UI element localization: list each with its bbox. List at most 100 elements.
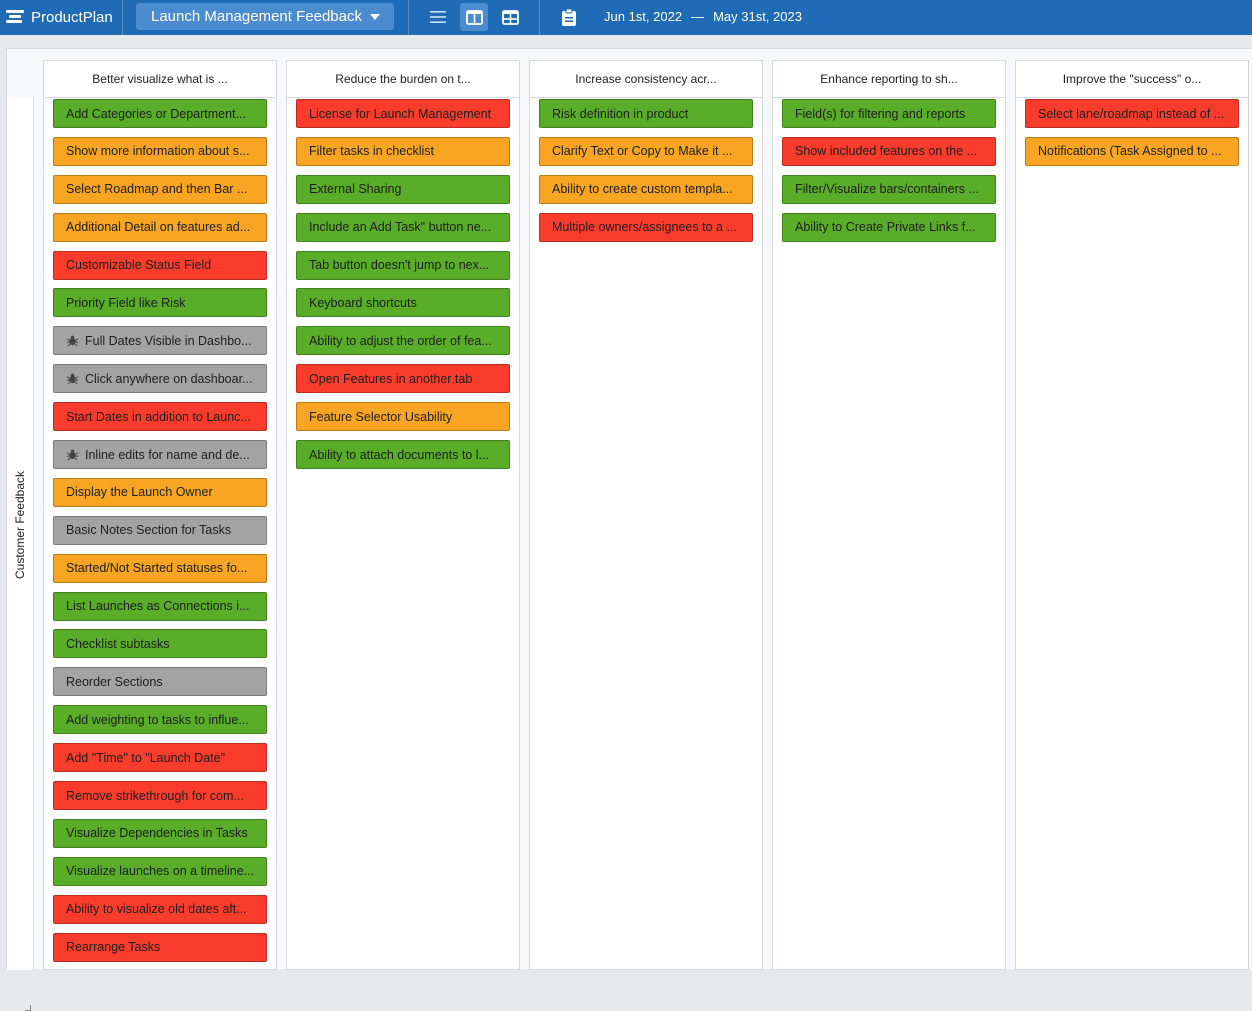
date-separator: —	[691, 9, 705, 24]
clipboard-icon[interactable]	[561, 8, 577, 27]
card-label: License for Launch Management	[309, 106, 492, 121]
feature-card[interactable]: Show more information about s...	[53, 136, 267, 166]
feature-card[interactable]: Show included features on the ...	[782, 136, 996, 166]
app-name: ProductPlan	[31, 8, 113, 26]
feature-card[interactable]: Started/Not Started statuses fo...	[53, 553, 267, 583]
dropdown-caret-icon	[370, 14, 380, 20]
card-label: Add weighting to tasks to influe...	[66, 712, 249, 727]
table-view-button[interactable]	[496, 3, 524, 31]
feature-card[interactable]: Keyboard shortcuts	[296, 288, 510, 318]
feature-card[interactable]: Feature Selector Usability	[296, 402, 510, 432]
feature-card[interactable]: Reorder Sections	[53, 667, 267, 697]
card-label: Customizable Status Field	[66, 258, 212, 273]
feature-card[interactable]: Ability to create custom templa...	[539, 174, 753, 204]
card-label: Rearrange Tasks	[66, 940, 161, 955]
card-label: Select lane/roadmap instead of ...	[1038, 106, 1225, 121]
card-list: Select lane/roadmap instead of ... Notifi…	[1025, 99, 1239, 175]
card-label: Show included features on the ...	[795, 144, 978, 159]
board-column: Improve the "success" o... Select lane/ro…	[1015, 60, 1249, 970]
feature-card[interactable]: Checklist subtasks	[53, 629, 267, 659]
card-label: Ability to visualize old dates aft...	[66, 902, 247, 917]
bug-icon	[66, 449, 79, 461]
card-label: External Sharing	[309, 182, 402, 197]
productplan-logo-icon	[6, 10, 24, 24]
feature-card[interactable]: Remove strikethrough for com...	[53, 781, 267, 811]
column-header[interactable]: Increase consistency acr...	[530, 61, 762, 98]
feature-card[interactable]: Open Features in another tab	[296, 364, 510, 394]
list-view-icon	[430, 11, 446, 23]
column-header[interactable]: Enhance reporting to sh...	[773, 61, 1005, 98]
card-label: Add Categories or Department...	[66, 106, 246, 121]
card-label: Full Dates Visible in Dashbo...	[85, 333, 252, 348]
card-label: Start Dates in addition to Launc...	[66, 409, 251, 424]
feature-card[interactable]: Ability to Create Private Links f...	[782, 212, 996, 242]
feature-card[interactable]: Risk definition in product	[539, 99, 753, 128]
card-label: Visualize Dependencies in Tasks	[66, 826, 248, 841]
feature-card[interactable]: Basic Notes Section for Tasks	[53, 515, 267, 545]
feature-card[interactable]: Clarify Text or Copy to Make it ...	[539, 136, 753, 166]
feature-card[interactable]: Start Dates in addition to Launc...	[53, 402, 267, 432]
app-logo[interactable]: ProductPlan	[6, 7, 113, 27]
feature-card[interactable]: Include an Add Task" button ne...	[296, 212, 510, 242]
card-label: Select Roadmap and then Bar ...	[66, 182, 248, 197]
column-header[interactable]: Reduce the burden on t...	[287, 61, 519, 98]
card-label: Filter/Visualize bars/containers ...	[795, 182, 979, 197]
card-label: Priority Field like Risk	[66, 295, 186, 310]
feature-card[interactable]: Select Roadmap and then Bar ...	[53, 174, 267, 204]
feature-card[interactable]: Ability to visualize old dates aft...	[53, 894, 267, 924]
roadmap-selector[interactable]: Launch Management Feedback	[136, 3, 394, 30]
lane-header[interactable]: Customer Feedback	[7, 97, 34, 1011]
card-label: Additional Detail on features ad...	[66, 220, 251, 235]
card-label: Add "Time" to "Launch Date"	[66, 750, 226, 765]
board-column: Reduce the burden on t... License for Lau…	[286, 60, 520, 970]
feature-card[interactable]: Priority Field like Risk	[53, 288, 267, 318]
list-view-button[interactable]	[424, 3, 452, 31]
card-label: Started/Not Started statuses fo...	[66, 561, 248, 576]
feature-card[interactable]: Ability to adjust the order of fea...	[296, 326, 510, 356]
card-label: Ability to Create Private Links f...	[795, 220, 976, 235]
feature-card[interactable]: Visualize Dependencies in Tasks	[53, 818, 267, 848]
card-label: Visualize launches on a timeline...	[66, 864, 255, 879]
feature-card[interactable]: Filter tasks in checklist	[296, 136, 510, 166]
feature-card[interactable]: Inline edits for name and de...	[53, 440, 267, 470]
card-label: Basic Notes Section for Tasks	[66, 523, 232, 538]
date-end: May 31st, 2023	[713, 9, 802, 24]
feature-card[interactable]: Customizable Status Field	[53, 250, 267, 280]
divider	[408, 0, 409, 35]
card-label: Click anywhere on dashboar...	[85, 371, 253, 386]
feature-card[interactable]: Visualize launches on a timeline...	[53, 856, 267, 886]
feature-card[interactable]: Additional Detail on features ad...	[53, 212, 267, 242]
column-header[interactable]: Improve the "success" o...	[1016, 61, 1248, 98]
feature-card[interactable]: Display the Launch Owner	[53, 477, 267, 507]
feature-card[interactable]: Add Categories or Department...	[53, 99, 267, 128]
card-label: Risk definition in product	[552, 106, 689, 121]
feature-card[interactable]: Click anywhere on dashboar...	[53, 364, 267, 394]
card-label: Ability to create custom templa...	[552, 182, 733, 197]
feature-card[interactable]: Select lane/roadmap instead of ...	[1025, 99, 1239, 128]
column-header[interactable]: Better visualize what is ...	[44, 61, 276, 98]
feature-card[interactable]: Add "Time" to "Launch Date"	[53, 743, 267, 773]
feature-card[interactable]: Multiple owners/assignees to a ...	[539, 212, 753, 242]
resize-handle[interactable]	[25, 1005, 31, 1011]
lane-label: Customer Feedback	[13, 470, 27, 580]
feature-card[interactable]: Ability to attach documents to l...	[296, 440, 510, 470]
feature-card[interactable]: Add weighting to tasks to influe...	[53, 705, 267, 735]
feature-card[interactable]: License for Launch Management	[296, 99, 510, 128]
feature-card[interactable]: List Launches as Connections i...	[53, 591, 267, 621]
feature-card[interactable]: Filter/Visualize bars/containers ...	[782, 174, 996, 204]
feature-card[interactable]: Full Dates Visible in Dashbo...	[53, 326, 267, 356]
board-view-button[interactable]	[460, 3, 488, 31]
feature-card[interactable]: External Sharing	[296, 174, 510, 204]
board-column: Better visualize what is ... Add Categori…	[43, 60, 277, 970]
date-start: Jun 1st, 2022	[604, 9, 683, 24]
feature-card[interactable]: Field(s) for filtering and reports	[782, 99, 996, 128]
roadmap-name: Launch Management Feedback	[151, 8, 362, 25]
card-label: Ability to adjust the order of fea...	[309, 333, 492, 348]
top-bar: ProductPlan Launch Management Feedback J…	[0, 0, 1252, 35]
board-column: Increase consistency acr... Risk definiti…	[529, 60, 763, 970]
feature-card[interactable]: Rearrange Tasks	[53, 932, 267, 962]
feature-card[interactable]: Notifications (Task Assigned to ...	[1025, 136, 1239, 166]
feature-card[interactable]: Tab button doesn't jump to nex...	[296, 250, 510, 280]
date-range[interactable]: Jun 1st, 2022 — May 31st, 2023	[604, 9, 802, 24]
roadmap-board: Customer Feedback Better visualize what …	[6, 48, 1252, 1011]
